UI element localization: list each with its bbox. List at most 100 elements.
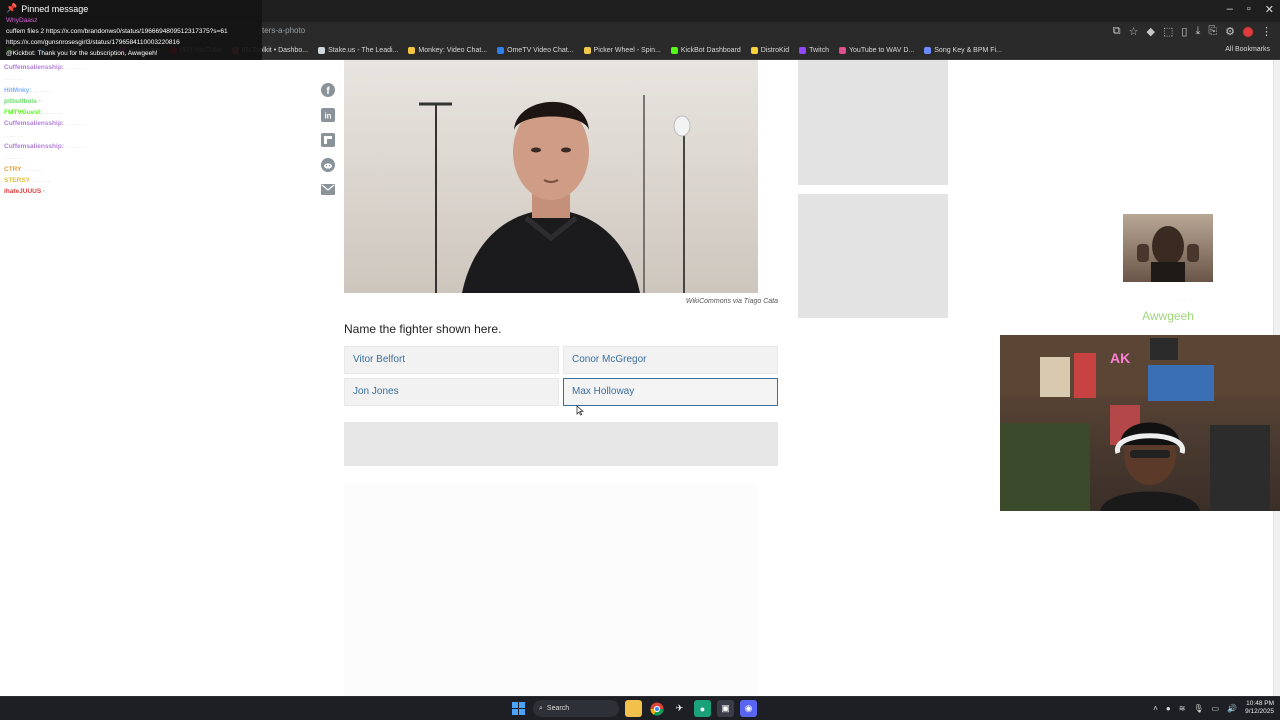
install-icon[interactable]: ⧉: [1113, 25, 1121, 38]
window-controls: – ▫ ✕: [1227, 3, 1274, 16]
chat-text: ………: [65, 120, 86, 128]
bookmark-label: OmeTV Video Chat...: [507, 47, 574, 54]
wifi-icon[interactable]: ≋: [1179, 704, 1186, 713]
bookmark-item[interactable]: KickBot Dashboard: [670, 47, 741, 54]
fighter-photo: [344, 60, 758, 293]
star-icon[interactable]: ☆: [1129, 25, 1139, 38]
bookmark-favicon-icon: [408, 47, 416, 54]
clock[interactable]: 10:48 PM 9/12/2025: [1245, 700, 1274, 716]
chat-message: ………: [4, 152, 234, 163]
chat-message: Cuffemsaliensship: ………: [4, 141, 234, 152]
bookmark-favicon-icon: [583, 47, 591, 54]
taskbar-search[interactable]: ⌕ Search: [533, 700, 619, 717]
puzzle-icon[interactable]: ⬚: [1163, 25, 1173, 38]
chat-text: ▪: [43, 188, 46, 196]
photo-credit: WikiCommons via Tiago Cata: [685, 298, 778, 305]
start-icon[interactable]: [510, 700, 527, 717]
chat-username[interactable]: Cuffemsaliensship:: [4, 143, 64, 150]
bookmark-item[interactable]: YouTube to WAV D...: [839, 47, 914, 54]
menu-icon[interactable]: ⋮: [1261, 25, 1272, 38]
bookmark-item[interactable]: Song Key & BPM Fi...: [924, 47, 1002, 54]
bookmark-label: Twitch: [809, 47, 830, 54]
all-bookmarks-button[interactable]: All Bookmarks: [1225, 46, 1270, 53]
answer-option[interactable]: Jon Jones: [344, 378, 559, 406]
cast-icon[interactable]: ⎘: [1208, 25, 1217, 38]
mic-icon[interactable]: 🎙: [1193, 704, 1203, 713]
extension-icon[interactable]: ◆: [1147, 25, 1155, 38]
bookmark-item[interactable]: Stake.us - The Leadi...: [318, 47, 398, 54]
cursor-icon: [576, 405, 584, 416]
tray-app-icon[interactable]: ●: [1166, 704, 1171, 713]
facebook-icon[interactable]: f: [320, 82, 335, 97]
pinned-line[interactable]: https://x.com/gunsnrosesgirl3/status/179…: [6, 39, 180, 46]
pinned-title: Pinned message: [21, 3, 89, 14]
streamer-webcam: AK: [1000, 335, 1280, 511]
bookmark-item[interactable]: Picker Wheel - Spin...: [583, 47, 661, 54]
search-icon: ⌕: [539, 704, 543, 712]
chevron-up-icon[interactable]: ˄: [1153, 704, 1158, 713]
file-explorer-icon[interactable]: [625, 700, 642, 717]
pinned-line: @Kickbot: Thank you for the subscription…: [6, 50, 158, 57]
bookmark-item[interactable]: DistroKid: [750, 47, 789, 54]
alert-text: …: [1174, 288, 1188, 303]
bookmark-item[interactable]: Monkey: Video Chat...: [408, 47, 487, 54]
chat-username[interactable]: Cuffemsaliensship:: [4, 120, 64, 127]
chat-text: ………: [65, 64, 86, 71]
alert-username: Awwgeeh: [1142, 309, 1194, 323]
pinned-header: 📌 Pinned message: [6, 3, 88, 14]
close-icon[interactable]: ✕: [1265, 3, 1274, 16]
answer-option[interactable]: Vitor Belfort: [344, 346, 559, 374]
bookmark-label: Picker Wheel - Spin...: [593, 47, 661, 54]
flipboard-icon[interactable]: [320, 132, 335, 147]
chat-username[interactable]: CTRY: [4, 166, 21, 173]
chat-message: Cuffemsaliensship: ………: [4, 62, 234, 73]
sidebar-icon[interactable]: ▯: [1181, 25, 1187, 38]
linkedin-icon[interactable]: in: [320, 107, 335, 122]
bookmark-favicon-icon: [750, 47, 758, 54]
chat-username[interactable]: ihateJUUUS: [4, 188, 41, 195]
volume-icon[interactable]: 🔊: [1227, 704, 1237, 713]
bookmark-label: YouTube to WAV D...: [849, 47, 915, 54]
url-text[interactable]: ters-a-photo: [262, 26, 305, 35]
monitor-icon[interactable]: ▭: [1212, 704, 1220, 713]
answer-option[interactable]: Conor McGregor: [563, 346, 778, 374]
minimize-icon[interactable]: –: [1227, 3, 1233, 16]
pinned-line[interactable]: cuffem files 2 https://x.com/brandonws0/…: [6, 28, 228, 35]
reddit-icon[interactable]: [320, 157, 335, 172]
chat-message: pitbullbois ▪: [4, 96, 234, 107]
chat-username[interactable]: HitMnky:: [4, 87, 31, 94]
chat-message: FMTVGuest: ………: [4, 107, 234, 118]
chat-username[interactable]: STERSY: [4, 177, 30, 184]
chat-text: ………: [23, 165, 43, 173]
svg-text:AK: AK: [1110, 350, 1130, 366]
toolbar-icons: ⧉ ☆ ◆ ⬚ ▯ ⤓ ⎘ ⚙ ⋮: [1113, 25, 1272, 38]
taskbar-apps: ⌕ Search ✈ ● ▣ ◉: [510, 700, 757, 717]
app-icon[interactable]: ✈: [671, 700, 688, 717]
download-icon[interactable]: ⤓: [1195, 25, 1200, 38]
chat-username[interactable]: pitbullbois: [4, 98, 37, 105]
chat-username[interactable]: Cuffemsaliensship:: [4, 64, 64, 71]
bookmark-favicon-icon: [497, 47, 505, 54]
profile-icon[interactable]: [1243, 27, 1253, 37]
bookmark-label: Monkey: Video Chat...: [418, 47, 488, 54]
taskbar: ⌕ Search ✈ ● ▣ ◉ ˄ ● ≋ 🎙 ▭ 🔊 10:48 PM 9/…: [0, 696, 1280, 720]
email-icon[interactable]: [320, 182, 335, 197]
chat-text: ………: [4, 131, 24, 139]
discord-icon[interactable]: ◉: [740, 700, 757, 717]
settings-icon[interactable]: ⚙: [1225, 25, 1235, 38]
maximize-icon[interactable]: ▫: [1247, 3, 1251, 16]
chat-text: ………: [33, 86, 53, 94]
svg-text:in: in: [324, 111, 331, 120]
app-icon[interactable]: ▣: [717, 700, 734, 717]
chat-username[interactable]: FMTVGuest:: [4, 109, 42, 116]
bookmark-favicon-icon: [799, 47, 807, 54]
bookmark-item[interactable]: OmeTV Video Chat...: [497, 47, 574, 54]
obs-icon[interactable]: ●: [694, 700, 711, 717]
chat-text: ………: [44, 109, 64, 117]
answer-option-hovered[interactable]: Max Holloway: [563, 378, 778, 406]
bookmark-item[interactable]: Twitch: [799, 47, 829, 54]
chrome-icon[interactable]: [648, 700, 665, 717]
chat-message: ………: [4, 73, 234, 84]
bookmark-label: Song Key & BPM Fi...: [934, 47, 1002, 54]
pinned-message-panel: 📌 Pinned message WhyDaasz cuffem files 2…: [0, 0, 262, 60]
